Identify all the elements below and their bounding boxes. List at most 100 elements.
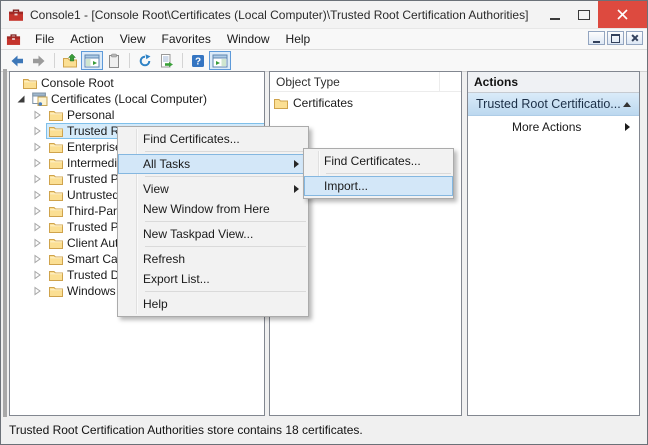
- menu-view[interactable]: View: [112, 32, 154, 46]
- tree-expand-icon[interactable]: [33, 158, 46, 168]
- more-actions-item[interactable]: More Actions: [468, 116, 639, 138]
- menu-item-view[interactable]: View: [118, 179, 308, 199]
- menu-item-export-list[interactable]: Export List...: [118, 269, 308, 289]
- up-folder-icon: [63, 53, 77, 67]
- list-item-certificates[interactable]: Certificates: [270, 94, 461, 112]
- actions-pane: Actions Trusted Root Certificatio... Mor…: [467, 71, 640, 416]
- mdi-close-button[interactable]: [626, 31, 643, 45]
- tree-expand-icon[interactable]: [33, 286, 46, 296]
- menu-separator: [145, 176, 306, 177]
- tree-expand-icon[interactable]: [33, 110, 46, 120]
- menu-file[interactable]: File: [27, 32, 62, 46]
- folder-icon: [48, 235, 64, 251]
- column-header-object-type[interactable]: Object Type: [270, 72, 461, 92]
- tree-item-core: Certificates (Local Computer): [30, 91, 211, 107]
- menu-separator: [145, 291, 306, 292]
- menu-item-refresh[interactable]: Refresh: [118, 249, 308, 269]
- submenu-arrow-icon: [294, 160, 299, 168]
- up-one-level-button[interactable]: [59, 51, 81, 70]
- menu-item-help[interactable]: Help: [118, 294, 308, 314]
- refresh-icon: [139, 53, 151, 66]
- menu-window[interactable]: Window: [219, 32, 278, 46]
- action-pane-icon: [212, 54, 228, 67]
- tree-expand-icon[interactable]: [33, 254, 46, 264]
- minimize-button[interactable]: [540, 1, 569, 28]
- properties-button[interactable]: [103, 51, 125, 70]
- column-divider[interactable]: [439, 72, 440, 91]
- export-list-button[interactable]: [156, 51, 178, 70]
- folder-icon: [48, 123, 64, 139]
- statusbar: Trusted Root Certification Authorities s…: [2, 417, 646, 443]
- export-list-icon: [161, 53, 173, 67]
- menu-separator: [326, 173, 451, 174]
- tree-expand-icon[interactable]: [33, 270, 46, 280]
- folder-icon: [48, 267, 64, 283]
- maximize-button[interactable]: [569, 1, 598, 28]
- tree-expand-icon[interactable]: [33, 142, 46, 152]
- tree-item-console-root[interactable]: Console Root: [10, 75, 264, 91]
- folder-icon: [48, 219, 64, 235]
- forward-button[interactable]: [28, 51, 50, 70]
- toolbar: ?: [1, 50, 647, 72]
- menubar: File Action View Favorites Window Help: [1, 29, 647, 50]
- tree-expand-icon[interactable]: [33, 190, 46, 200]
- menu-separator: [145, 246, 306, 247]
- menu-item-find-certificates[interactable]: Find Certificates...: [118, 129, 308, 149]
- menu-separator: [145, 221, 306, 222]
- context-menu: Find Certificates... All Tasks View New Win…: [117, 126, 309, 317]
- menu-item-all-tasks[interactable]: All Tasks: [118, 154, 308, 174]
- mmc-toolbox-icon: [8, 7, 24, 23]
- refresh-button[interactable]: [134, 51, 156, 70]
- menu-item-find-certificates[interactable]: Find Certificates...: [304, 151, 453, 171]
- tree-expand-icon[interactable]: [33, 174, 46, 184]
- folder-icon: [48, 187, 64, 203]
- close-button[interactable]: [598, 1, 647, 28]
- mdi-close-icon: [631, 34, 639, 42]
- tree-expand-icon[interactable]: [33, 206, 46, 216]
- folder-icon: [22, 75, 38, 91]
- tree-item-certificates-local-computer[interactable]: Certificates (Local Computer): [10, 91, 264, 107]
- menu-item-new-window-from-here[interactable]: New Window from Here: [118, 199, 308, 219]
- toolbar-separator: [54, 53, 55, 68]
- column-header-label: Object Type: [276, 74, 340, 89]
- mdi-minimize-button[interactable]: [588, 31, 605, 45]
- menu-separator: [145, 151, 306, 152]
- more-actions-label: More Actions: [512, 120, 582, 134]
- mdi-controls: [588, 31, 643, 45]
- menubar-items: File Action View Favorites Window Help: [27, 29, 318, 49]
- menu-favorites[interactable]: Favorites: [154, 32, 219, 46]
- back-button[interactable]: [6, 51, 28, 70]
- actions-group-trusted-root[interactable]: Trusted Root Certificatio...: [468, 93, 639, 116]
- menu-action[interactable]: Action: [62, 32, 111, 46]
- console-tree-icon: [84, 54, 100, 67]
- tree-expand-icon[interactable]: [33, 238, 46, 248]
- menu-item-new-taskpad-view[interactable]: New Taskpad View...: [118, 224, 308, 244]
- folder-icon: [48, 107, 64, 123]
- mdi-minimize-icon: [593, 40, 600, 43]
- collapse-arrow-icon[interactable]: [623, 101, 631, 107]
- client-left-edge: [3, 69, 7, 442]
- menu-help[interactable]: Help: [278, 32, 319, 46]
- status-text: Trusted Root Certification Authorities s…: [9, 423, 363, 437]
- help-button[interactable]: ?: [187, 51, 209, 70]
- mdi-restore-button[interactable]: [607, 31, 624, 45]
- show-console-tree-button[interactable]: [81, 51, 103, 70]
- certificates-snapin-icon: [32, 91, 48, 107]
- back-icon: [11, 55, 23, 66]
- forward-icon: [33, 55, 45, 66]
- show-action-pane-button[interactable]: [209, 51, 231, 70]
- tree-item-label: Console Root: [41, 76, 114, 90]
- tree-expand-icon[interactable]: [33, 222, 46, 232]
- tree-expand-icon[interactable]: [33, 126, 46, 136]
- menu-item-import[interactable]: Import...: [304, 176, 453, 196]
- titlebar: Console1 - [Console Root\Certificates (L…: [1, 1, 647, 29]
- mdi-restore-icon: [611, 33, 620, 43]
- tree-item-personal[interactable]: Personal: [10, 107, 264, 123]
- actions-header: Actions: [468, 72, 639, 93]
- folder-icon: [48, 283, 64, 299]
- folder-icon: [274, 99, 288, 109]
- actions-header-label: Actions: [474, 75, 519, 89]
- window-title: Console1 - [Console Root\Certificates (L…: [30, 7, 529, 22]
- submenu-arrow-icon: [294, 185, 299, 193]
- tree-collapse-icon[interactable]: [17, 94, 30, 104]
